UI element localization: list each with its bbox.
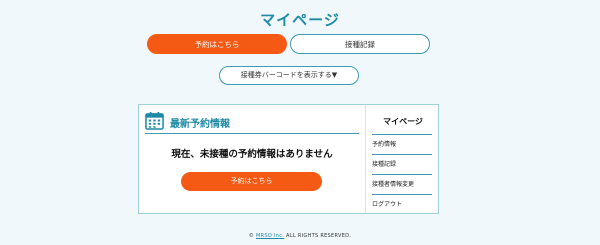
show-barcode-button[interactable]: 接種券バーコードを表示する▼ — [219, 66, 359, 85]
sidebar-item-vaccination-record[interactable]: 接種記録 — [372, 154, 432, 175]
reserve-button[interactable]: 予約はこちら — [181, 172, 322, 191]
sidebar-item-logout[interactable]: ログアウト — [372, 194, 432, 215]
latest-reservation-heading: 最新予約情報 — [170, 119, 230, 130]
tab-reservation[interactable]: 予約はこちら — [147, 34, 287, 54]
company-link[interactable]: MRSO Inc. — [256, 233, 284, 239]
latest-reservation-section: 最新予約情報 現在、未接種の予約情報はありません 予約はこちら — [139, 105, 366, 213]
tab-vaccination-record[interactable]: 接種記録 — [290, 34, 430, 54]
calendar-icon — [145, 111, 164, 130]
no-reservation-message: 現在、未接種の予約情報はありません — [171, 149, 333, 160]
copyright-suffix: ALL RIGHTS RESERVED. — [284, 233, 352, 239]
sidebar-title: マイページ — [383, 117, 423, 126]
footer-copyright: © MRSO Inc. ALL RIGHTS RESERVED. — [0, 233, 600, 239]
heading-divider — [145, 133, 359, 134]
sidebar-item-recipient-info-change[interactable]: 接種者情報変更 — [372, 174, 432, 195]
copyright-prefix: © — [248, 233, 256, 239]
sidebar-item-reservation-info[interactable]: 予約情報 — [372, 134, 432, 155]
mypage-panel: 最新予約情報 現在、未接種の予約情報はありません 予約はこちら マイページ 予約… — [138, 104, 439, 214]
page-title: マイページ — [260, 11, 340, 29]
